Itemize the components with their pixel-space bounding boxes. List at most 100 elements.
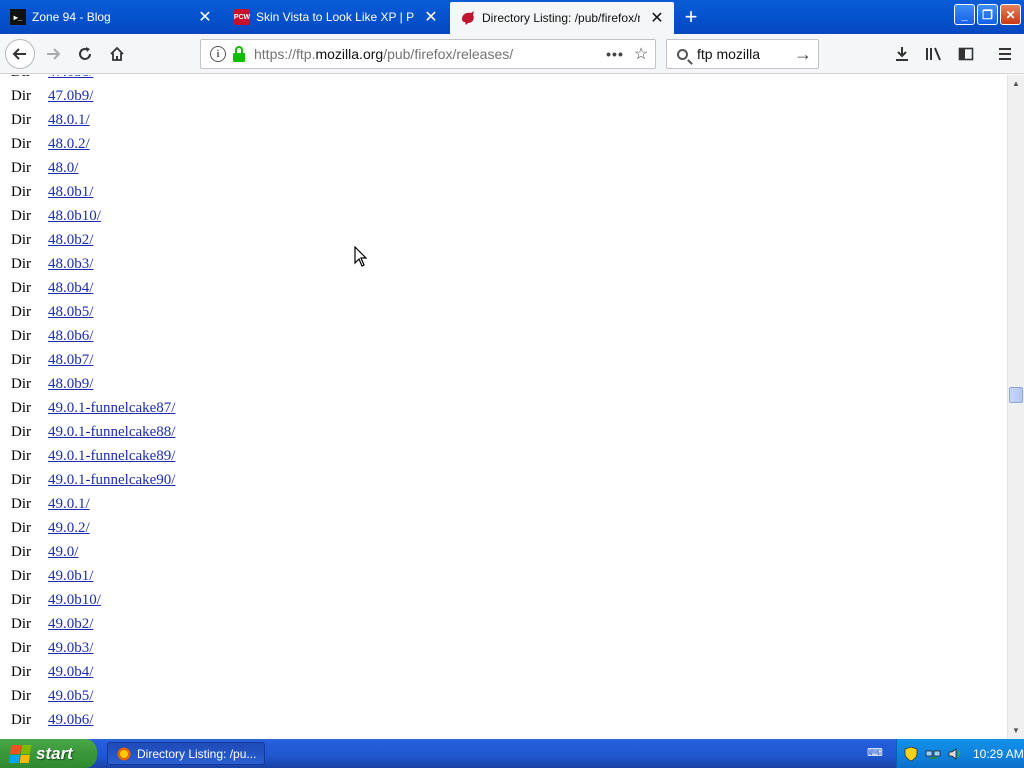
lock-icon[interactable] bbox=[232, 46, 246, 62]
pcw-favicon-icon: PCW bbox=[234, 9, 250, 25]
entry-type: Dir bbox=[11, 256, 31, 272]
page-actions-icon[interactable]: ••• bbox=[603, 46, 627, 62]
directory-link[interactable]: 48.0.1/ bbox=[48, 112, 90, 129]
listing-row: Dir 48.0b10/ bbox=[0, 204, 600, 228]
directory-link[interactable]: 47.0b9/ bbox=[48, 88, 93, 105]
reload-icon bbox=[79, 47, 91, 60]
listing-row: Dir 48.0b9/ bbox=[0, 372, 600, 396]
entry-type: Dir bbox=[11, 592, 31, 608]
directory-link[interactable]: 49.0b10/ bbox=[48, 592, 101, 609]
directory-link[interactable]: 48.0b6/ bbox=[48, 328, 93, 345]
search-go-icon[interactable]: → bbox=[788, 44, 818, 65]
tab-close-icon[interactable]: ✕ bbox=[646, 7, 668, 29]
directory-link[interactable]: 49.0.1-funnelcake89/ bbox=[48, 448, 175, 465]
entry-type: Dir bbox=[11, 568, 31, 584]
vertical-scrollbar[interactable]: ▲ ▼ bbox=[1007, 75, 1024, 739]
bookmark-star-icon[interactable]: ☆ bbox=[627, 44, 655, 64]
volume-icon[interactable] bbox=[947, 746, 963, 762]
site-info-icon[interactable]: i bbox=[210, 46, 226, 62]
taskbar-item-firefox[interactable]: Directory Listing: /pu... bbox=[107, 742, 265, 765]
directory-link[interactable]: 48.0b10/ bbox=[48, 208, 101, 225]
scroll-down-icon[interactable]: ▼ bbox=[1008, 722, 1024, 739]
listing-row: Dir 49.0b2/ bbox=[0, 612, 600, 636]
listing-row: Dir 49.0/ bbox=[0, 540, 600, 564]
entry-type: Dir bbox=[11, 712, 31, 728]
entry-type: Dir bbox=[11, 112, 31, 128]
directory-link[interactable]: 49.0.1-funnelcake87/ bbox=[48, 400, 175, 417]
new-tab-button[interactable]: + bbox=[678, 4, 704, 30]
directory-link[interactable]: 48.0.2/ bbox=[48, 136, 90, 153]
firefox-icon bbox=[116, 746, 132, 762]
directory-link[interactable]: 49.0.1/ bbox=[48, 496, 90, 513]
directory-link[interactable]: 48.0b5/ bbox=[48, 304, 93, 321]
restore-button[interactable]: ❐ bbox=[977, 4, 998, 25]
entry-type: Dir bbox=[11, 472, 31, 488]
address-bar[interactable]: i https://ftp.mozilla.org/pub/firefox/re… bbox=[200, 39, 656, 69]
tab-title: Directory Listing: /pub/firefox/rele bbox=[482, 11, 640, 25]
search-input[interactable]: ftp mozilla bbox=[697, 46, 788, 62]
sidebar-toggle-icon[interactable] bbox=[954, 42, 978, 66]
reload-button[interactable] bbox=[70, 39, 100, 69]
listing-row: Dir 47.0b9/ bbox=[0, 84, 600, 108]
tab-close-icon[interactable]: ✕ bbox=[194, 6, 216, 28]
mozilla-favicon-icon bbox=[460, 10, 476, 26]
directory-link[interactable]: 49.0b2/ bbox=[48, 616, 93, 633]
directory-link[interactable]: 49.0.1-funnelcake88/ bbox=[48, 424, 175, 441]
shield-icon[interactable] bbox=[903, 746, 919, 762]
listing-row: Dir 48.0b3/ bbox=[0, 252, 600, 276]
start-button[interactable]: start bbox=[0, 739, 97, 768]
keyboard-icon[interactable]: ⌨ bbox=[867, 746, 883, 760]
home-icon bbox=[110, 46, 124, 61]
scrollbar-thumb[interactable] bbox=[1009, 387, 1023, 403]
tab-pcworld[interactable]: PCW Skin Vista to Look Like XP | PCWorl … bbox=[224, 2, 448, 32]
directory-link[interactable]: 49.0/ bbox=[48, 544, 78, 561]
entry-type: Dir bbox=[11, 424, 31, 440]
directory-link[interactable]: 49.0b1/ bbox=[48, 568, 93, 585]
directory-link[interactable]: 48.0b2/ bbox=[48, 232, 93, 249]
directory-link[interactable]: 49.0.1-funnelcake90/ bbox=[48, 472, 175, 489]
directory-link[interactable]: 49.0b5/ bbox=[48, 688, 93, 705]
search-icon bbox=[667, 48, 697, 60]
network-icon[interactable] bbox=[925, 746, 941, 762]
forward-arrow-icon bbox=[47, 48, 61, 60]
entry-type: Dir bbox=[11, 352, 31, 368]
search-box[interactable]: ftp mozilla → bbox=[666, 39, 819, 69]
menu-hamburger-icon[interactable] bbox=[993, 42, 1017, 66]
back-button[interactable] bbox=[5, 39, 35, 69]
window-close-button[interactable]: ✕ bbox=[1000, 4, 1021, 25]
directory-link[interactable]: 48.0/ bbox=[48, 160, 78, 177]
entry-type: Dir bbox=[11, 496, 31, 512]
listing-row: Dir 48.0/ bbox=[0, 156, 600, 180]
url-text[interactable]: https://ftp.mozilla.org/pub/firefox/rele… bbox=[254, 46, 603, 62]
directory-link[interactable]: 48.0b3/ bbox=[48, 256, 93, 273]
directory-link[interactable]: 48.0b9/ bbox=[48, 376, 93, 393]
listing-row: Dir 48.0.1/ bbox=[0, 108, 600, 132]
directory-link[interactable]: 47.0b8/ bbox=[48, 75, 93, 81]
directory-link[interactable]: 49.0b6/ bbox=[48, 712, 93, 729]
tab-zone94[interactable]: ▸_ Zone 94 - Blog ✕ bbox=[0, 2, 222, 32]
library-icon[interactable] bbox=[922, 42, 946, 66]
directory-link[interactable]: 49.0.2/ bbox=[48, 520, 90, 537]
tab-directory-listing[interactable]: Directory Listing: /pub/firefox/rele ✕ bbox=[450, 2, 674, 34]
listing-row: Dir 49.0.1-funnelcake87/ bbox=[0, 396, 600, 420]
listing-row: Dir 48.0b1/ bbox=[0, 180, 600, 204]
taskbar: start Directory Listing: /pu... ⌨ 10:29 … bbox=[0, 739, 1024, 768]
start-label: start bbox=[36, 743, 73, 763]
listing-row: Dir 48.0b7/ bbox=[0, 348, 600, 372]
entry-type: Dir bbox=[11, 304, 31, 320]
directory-link[interactable]: 48.0b1/ bbox=[48, 184, 93, 201]
tab-close-icon[interactable]: ✕ bbox=[420, 6, 442, 28]
downloads-icon[interactable] bbox=[890, 42, 914, 66]
directory-link[interactable]: 48.0b4/ bbox=[48, 280, 93, 297]
listing-row: Dir 49.0.2/ bbox=[0, 516, 600, 540]
directory-link[interactable]: 49.0b4/ bbox=[48, 664, 93, 681]
directory-link[interactable]: 48.0b7/ bbox=[48, 352, 93, 369]
minimize-button[interactable]: _ bbox=[954, 4, 975, 25]
entry-type: Dir bbox=[11, 88, 31, 104]
listing-row: Dir 48.0b6/ bbox=[0, 324, 600, 348]
home-button[interactable] bbox=[102, 39, 132, 69]
directory-link[interactable]: 49.0b3/ bbox=[48, 640, 93, 657]
listing-row: Dir 49.0b10/ bbox=[0, 588, 600, 612]
forward-button[interactable] bbox=[38, 39, 68, 69]
scroll-up-icon[interactable]: ▲ bbox=[1008, 75, 1024, 92]
